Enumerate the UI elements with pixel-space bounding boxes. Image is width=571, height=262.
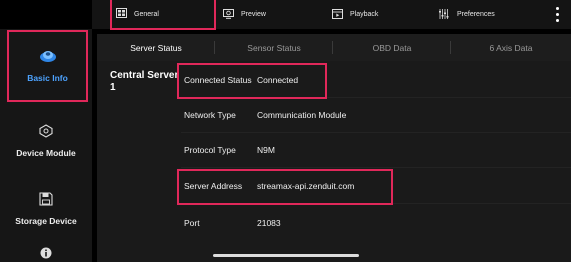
preferences-icon	[439, 8, 450, 21]
general-icon	[116, 8, 127, 20]
row-key: Network Type	[184, 110, 236, 120]
server-status-panel: Central Server 1 Connected Status Connec…	[97, 61, 571, 262]
tab-playback[interactable]: Playback	[328, 0, 433, 29]
subtab-label: 6 Axis Data	[489, 42, 533, 53]
subtab-sensor-status[interactable]: Sensor Status	[215, 34, 333, 61]
tab-playback-label: Playback	[350, 11, 379, 18]
tab-general[interactable]: General	[110, 0, 216, 30]
row-value: N9M	[257, 145, 275, 155]
tab-preview[interactable]: Preview	[219, 0, 319, 29]
tab-preferences-label: Preferences	[457, 11, 495, 18]
preview-icon	[223, 8, 234, 21]
row-network-type: Network Type Communication Module	[181, 98, 571, 133]
sidebar-item-storage-device[interactable]: Storage Device	[0, 179, 92, 239]
more-options-icon[interactable]	[553, 3, 561, 25]
highlight-connected-status	[177, 63, 327, 99]
subtab-label: Sensor Status	[247, 42, 301, 53]
top-navigation-bar: General Preview Playback Preferences	[0, 0, 571, 30]
playback-icon	[332, 8, 343, 21]
tab-preferences[interactable]: Preferences	[437, 0, 547, 29]
row-protocol-type: Protocol Type N9M	[181, 133, 571, 168]
tab-general-label: General	[134, 10, 159, 18]
top-bar-left-spacer	[0, 0, 92, 29]
row-port: Port 21083	[181, 205, 571, 240]
home-indicator	[213, 254, 359, 257]
subtab-6-axis-data[interactable]: 6 Axis Data	[451, 34, 571, 61]
subtab-label: OBD Data	[372, 42, 412, 53]
row-key: Port	[184, 217, 200, 228]
row-value: Communication Module	[257, 110, 347, 120]
subtab-obd-data[interactable]: OBD Data	[333, 34, 451, 61]
sidebar-item-info[interactable]	[0, 244, 92, 262]
info-icon	[40, 247, 52, 261]
tab-preview-label: Preview	[241, 11, 266, 18]
device-module-icon	[38, 124, 54, 140]
sidebar-item-basic-info[interactable]: Basic Info	[7, 30, 88, 102]
sidebar-item-label: Storage Device	[15, 216, 77, 226]
sidebar: Basic Info Device Module Storage Device	[0, 29, 92, 262]
highlight-server-address	[177, 169, 393, 205]
sidebar-item-label: Basic Info	[27, 73, 68, 83]
basic-info-icon	[39, 49, 57, 65]
storage-device-icon	[39, 192, 53, 208]
group-title: Central Server 1	[110, 70, 179, 93]
subtab-server-status[interactable]: Server Status	[97, 34, 215, 61]
row-value: 21083	[257, 217, 281, 228]
sidebar-item-label: Device Module	[16, 148, 76, 158]
subtab-label: Server Status	[130, 42, 182, 53]
sidebar-item-device-module[interactable]: Device Module	[0, 111, 92, 171]
row-key: Protocol Type	[184, 145, 236, 155]
sub-tab-bar: Server Status Sensor Status OBD Data 6 A…	[97, 34, 571, 61]
